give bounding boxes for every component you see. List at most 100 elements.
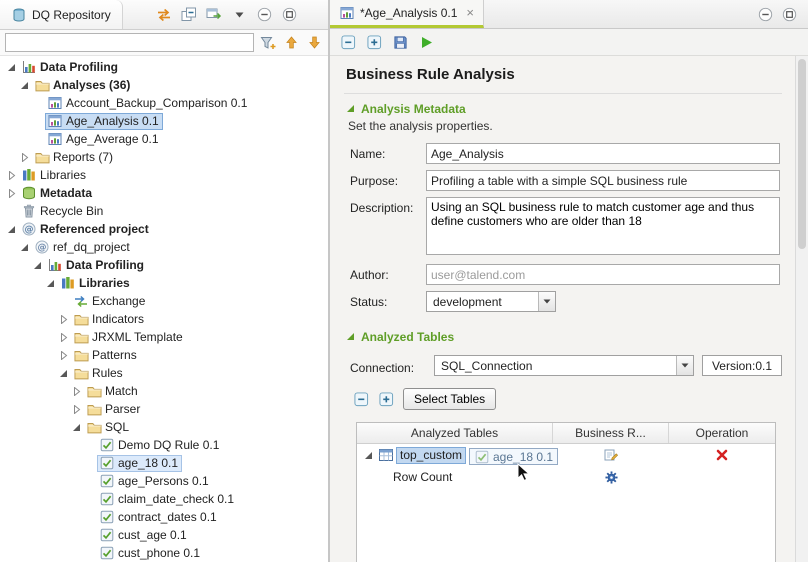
- tree-item-claim-date-check-0-1[interactable]: claim_date_check 0.1: [0, 490, 328, 508]
- tree-node[interactable]: Data Profiling: [19, 59, 122, 76]
- collapse-sections-icon[interactable]: [339, 33, 357, 51]
- tree-node[interactable]: Recycle Bin: [19, 203, 107, 220]
- analyzed-table-row[interactable]: top_custom: [357, 444, 775, 466]
- tree-node[interactable]: age_18 0.1: [97, 455, 182, 472]
- maximize-icon[interactable]: [280, 6, 298, 24]
- tree-node[interactable]: contract_dates 0.1: [97, 509, 221, 526]
- tree-node[interactable]: @ref_dq_project: [32, 239, 134, 256]
- tree-node[interactable]: Libraries: [58, 275, 134, 292]
- twistie-collapsed-icon[interactable]: [4, 189, 19, 198]
- minimize-icon[interactable]: [255, 6, 273, 24]
- tree-node[interactable]: Patterns: [71, 347, 141, 364]
- section-analysis-metadata[interactable]: Analysis Metadata: [344, 94, 782, 119]
- tree-item-metadata[interactable]: Metadata: [0, 184, 328, 202]
- tree-node[interactable]: Libraries: [19, 167, 90, 184]
- close-icon[interactable]: ×: [466, 6, 474, 19]
- tree-item-rules[interactable]: Rules: [0, 364, 328, 382]
- connection-dropdown[interactable]: SQL_Connection: [434, 355, 694, 376]
- indicator-row[interactable]: Row Count: [357, 466, 775, 488]
- twistie-collapsed-icon[interactable]: [69, 387, 84, 396]
- name-input[interactable]: [426, 143, 780, 164]
- tree-filter-input[interactable]: [5, 33, 254, 52]
- tree-node[interactable]: Data Profiling: [45, 257, 148, 274]
- tree-item-sql[interactable]: SQL: [0, 418, 328, 436]
- column-analyzed-tables[interactable]: Analyzed Tables: [357, 423, 553, 443]
- section-twistie-icon[interactable]: [346, 330, 355, 344]
- twistie-expanded-icon[interactable]: [4, 225, 19, 234]
- move-down-icon[interactable]: [305, 34, 323, 52]
- business-rule-edit-icon[interactable]: [602, 446, 620, 464]
- twistie-expanded-icon[interactable]: [4, 63, 19, 72]
- tree-node[interactable]: Demo DQ Rule 0.1: [97, 437, 223, 454]
- indicator-options-gear-icon[interactable]: [602, 468, 620, 486]
- tree-node[interactable]: age_Persons 0.1: [97, 473, 213, 490]
- purpose-input[interactable]: [426, 170, 780, 191]
- tree-node[interactable]: Exchange: [71, 293, 149, 310]
- collapse-all-icon[interactable]: [180, 6, 198, 24]
- tree-node[interactable]: Rules: [71, 365, 127, 382]
- tree-node[interactable]: cust_phone 0.1: [97, 545, 204, 562]
- expand-sections-icon[interactable]: [377, 390, 395, 408]
- tree-item-demo-dq-rule-0-1[interactable]: Demo DQ Rule 0.1: [0, 436, 328, 454]
- tree-item-ref-dq-project[interactable]: @ref_dq_project: [0, 238, 328, 256]
- tree-item-contract-dates-0-1[interactable]: contract_dates 0.1: [0, 508, 328, 526]
- tree-item-data-profiling[interactable]: Data Profiling: [0, 58, 328, 76]
- section-analyzed-tables[interactable]: Analyzed Tables: [344, 322, 782, 347]
- filter-funnel-icon[interactable]: [259, 34, 277, 52]
- vertical-scrollbar[interactable]: [795, 56, 808, 562]
- twistie-collapsed-icon[interactable]: [17, 153, 32, 162]
- scrollbar-thumb[interactable]: [798, 59, 806, 249]
- tree-node[interactable]: cust_age 0.1: [97, 527, 191, 544]
- tree-item-libraries[interactable]: Libraries: [0, 274, 328, 292]
- tree-node[interactable]: Age_Average 0.1: [45, 131, 163, 148]
- column-business-rule[interactable]: Business R...: [553, 423, 669, 443]
- tree-item-age-persons-0-1[interactable]: age_Persons 0.1: [0, 472, 328, 490]
- collapse-sections-icon[interactable]: [352, 390, 370, 408]
- tree-item-patterns[interactable]: Patterns: [0, 346, 328, 364]
- tree-item-parser[interactable]: Parser: [0, 400, 328, 418]
- analyzed-table-name[interactable]: top_custom: [396, 447, 466, 464]
- run-icon[interactable]: [417, 33, 435, 51]
- chevron-down-icon[interactable]: [538, 292, 555, 311]
- tree-node[interactable]: Account_Backup_Comparison 0.1: [45, 95, 251, 112]
- chevron-down-icon[interactable]: [676, 356, 693, 375]
- description-textarea[interactable]: Using an SQL business rule to match cust…: [426, 197, 780, 255]
- tab-dq-repository[interactable]: DQ Repository: [0, 0, 123, 29]
- link-editor-icon[interactable]: [205, 6, 223, 24]
- tree-item-indicators[interactable]: Indicators: [0, 310, 328, 328]
- tree-node[interactable]: Parser: [84, 401, 144, 418]
- author-input[interactable]: [426, 264, 780, 285]
- twistie-expanded-icon[interactable]: [30, 261, 45, 270]
- tree-node[interactable]: Age_Analysis 0.1: [45, 113, 163, 130]
- view-menu-icon[interactable]: [230, 6, 248, 24]
- tree-node[interactable]: Analyses (36): [32, 77, 134, 94]
- move-up-icon[interactable]: [282, 34, 300, 52]
- sync-icon[interactable]: [155, 6, 173, 24]
- tree-node[interactable]: @Referenced project: [19, 221, 153, 238]
- section-twistie-icon[interactable]: [346, 102, 355, 116]
- twistie-expanded-icon[interactable]: [361, 451, 376, 460]
- tree-node[interactable]: claim_date_check 0.1: [97, 491, 238, 508]
- tree-node[interactable]: Indicators: [71, 311, 148, 328]
- tree-item-age-18-0-1[interactable]: age_18 0.1: [0, 454, 328, 472]
- tree-item-recycle-bin[interactable]: Recycle Bin: [0, 202, 328, 220]
- column-operation[interactable]: Operation: [669, 423, 775, 443]
- twistie-expanded-icon[interactable]: [43, 279, 58, 288]
- tree-item-data-profiling[interactable]: Data Profiling: [0, 256, 328, 274]
- save-icon[interactable]: [391, 33, 409, 51]
- tree-item-exchange[interactable]: Exchange: [0, 292, 328, 310]
- twistie-expanded-icon[interactable]: [56, 369, 71, 378]
- maximize-icon[interactable]: [780, 5, 798, 23]
- twistie-collapsed-icon[interactable]: [4, 171, 19, 180]
- twistie-collapsed-icon[interactable]: [56, 333, 71, 342]
- tree-node[interactable]: SQL: [84, 419, 133, 436]
- tree-item-cust-age-0-1[interactable]: cust_age 0.1: [0, 526, 328, 544]
- expand-sections-icon[interactable]: [365, 33, 383, 51]
- tree-node[interactable]: Reports (7): [32, 149, 117, 166]
- tree-item-age-analysis-0-1[interactable]: Age_Analysis 0.1: [0, 112, 328, 130]
- tree-item-referenced-project[interactable]: @Referenced project: [0, 220, 328, 238]
- twistie-collapsed-icon[interactable]: [56, 351, 71, 360]
- delete-icon[interactable]: [713, 446, 731, 464]
- tree-item-libraries[interactable]: Libraries: [0, 166, 328, 184]
- tree-item-age-average-0-1[interactable]: Age_Average 0.1: [0, 130, 328, 148]
